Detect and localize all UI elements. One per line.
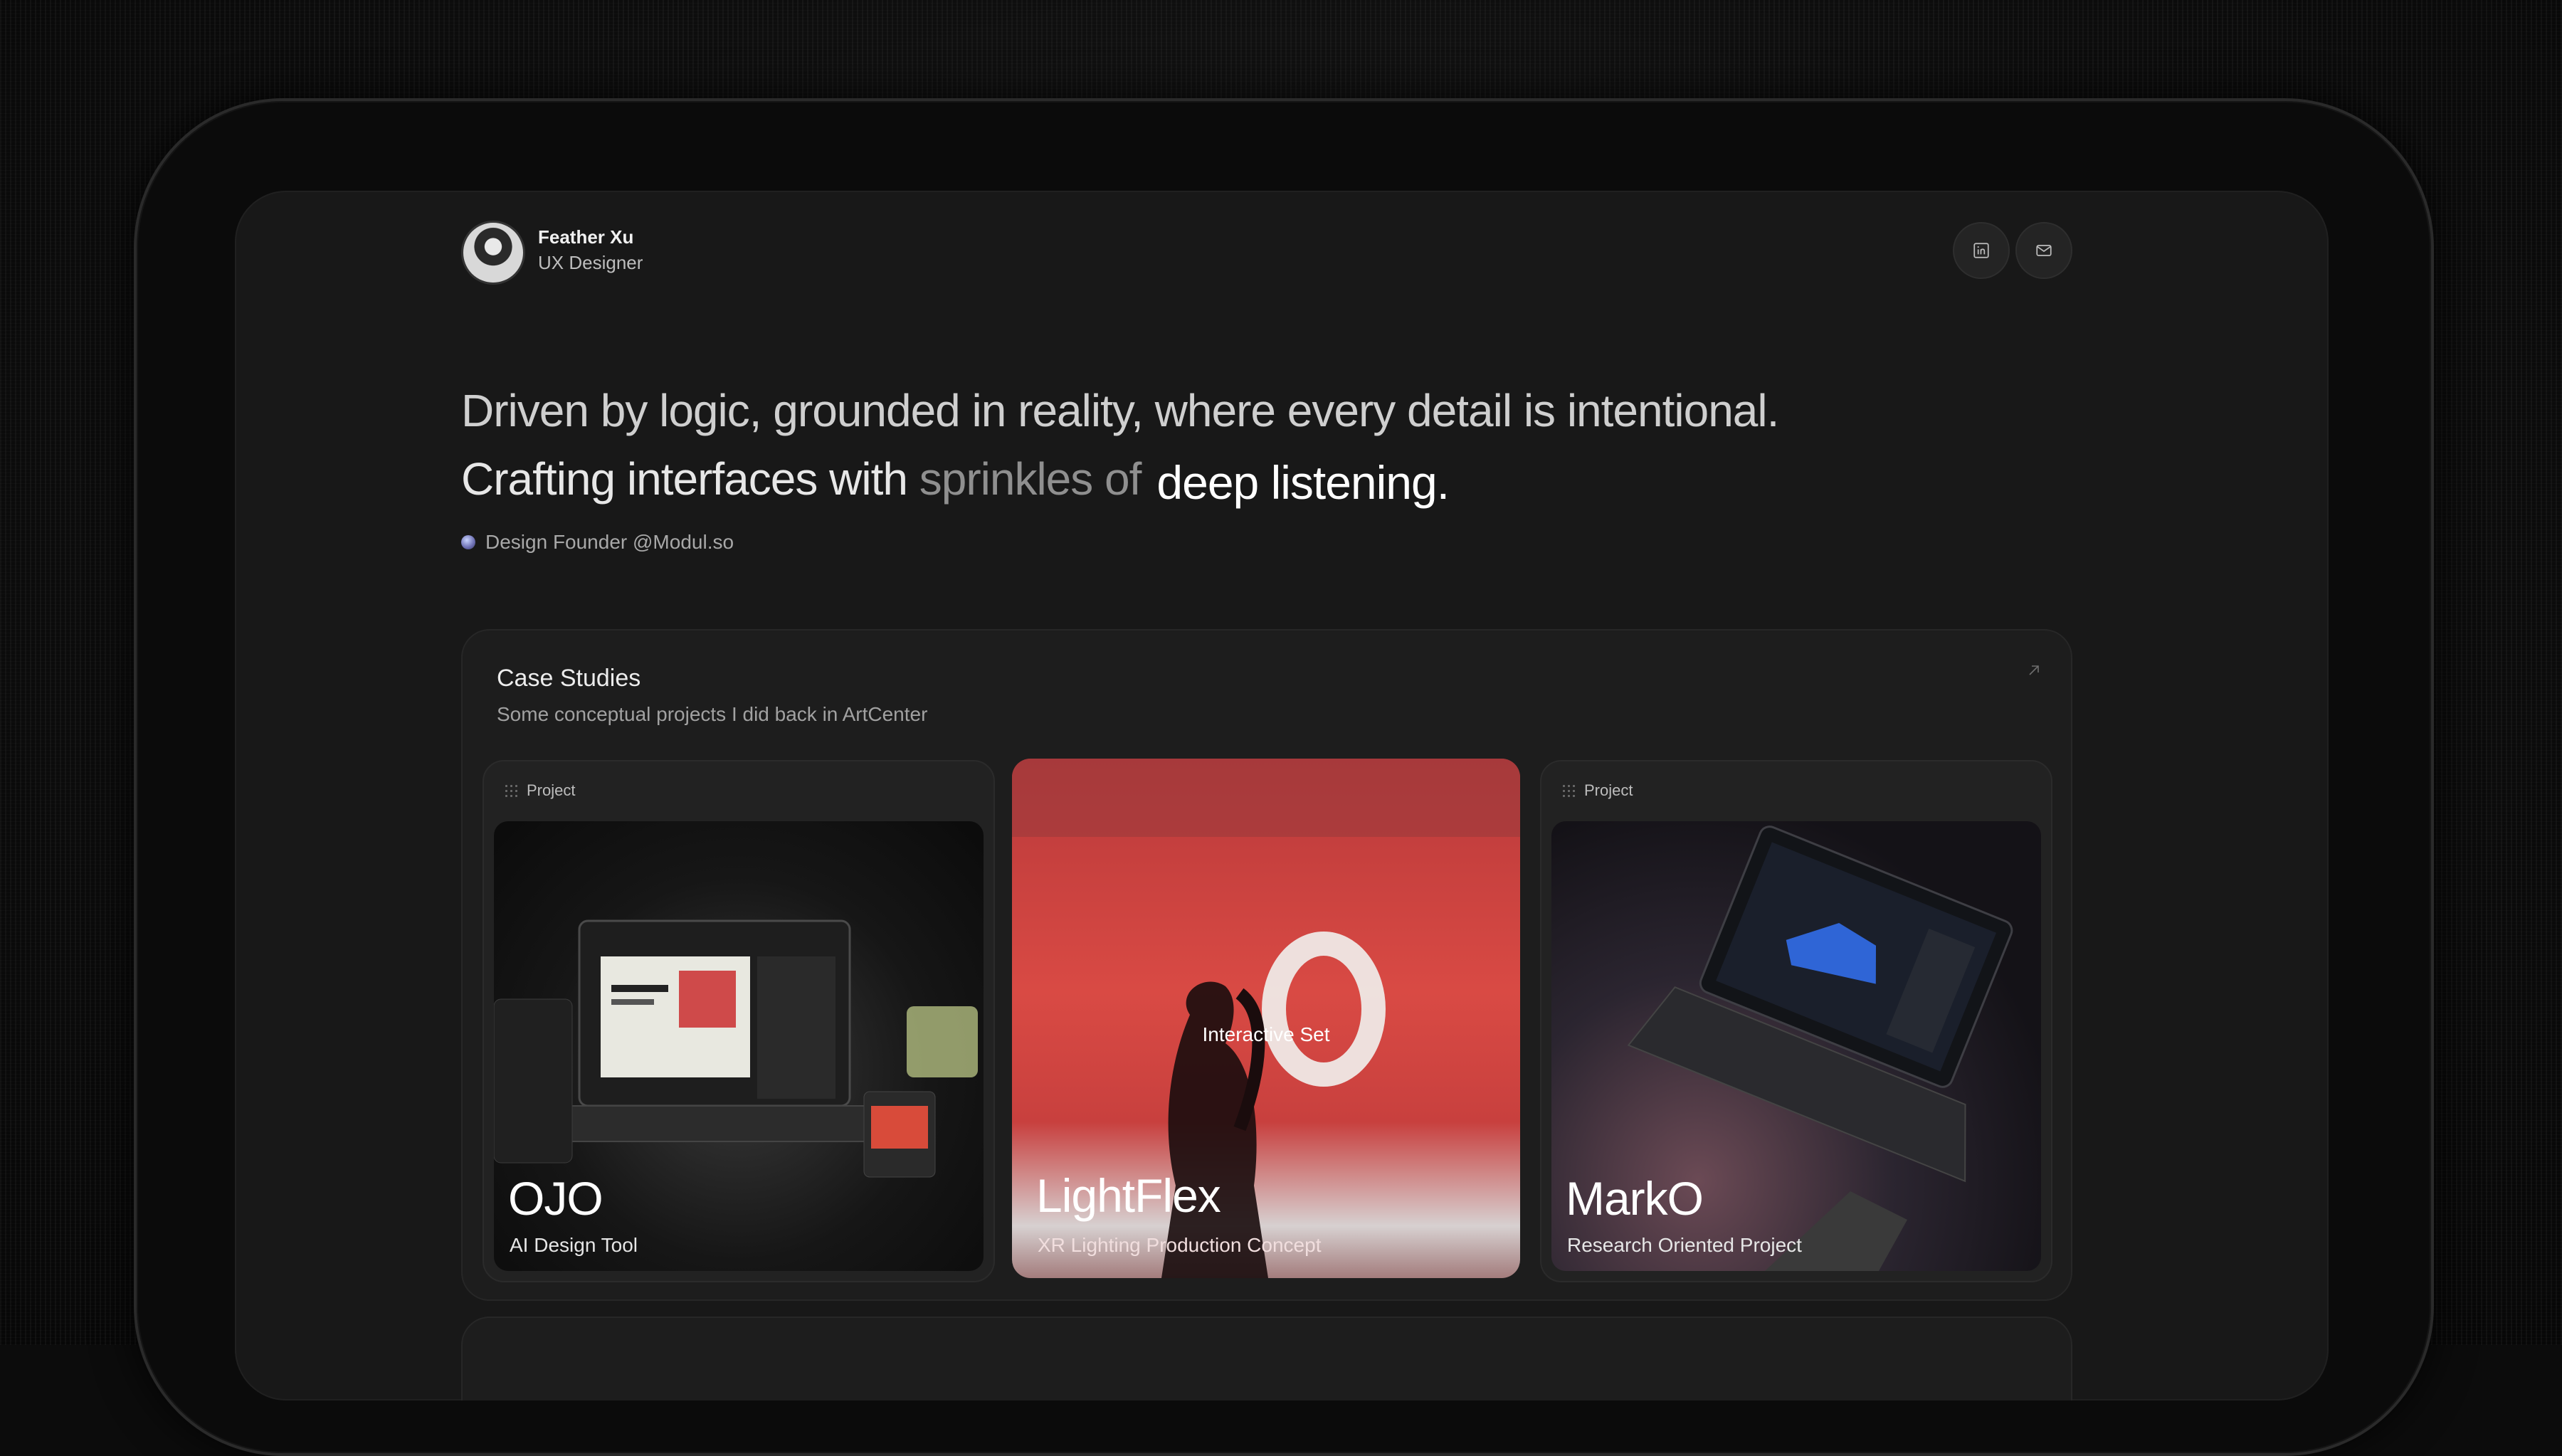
card-tag-label: Project xyxy=(527,781,576,799)
linkedin-button[interactable] xyxy=(1953,222,2010,279)
card-subtitle: XR Lighting Production Concept xyxy=(1038,1234,1322,1256)
hero-line2-highlight: deep listening. xyxy=(1156,456,1450,509)
interactive-set-label: Interactive Set xyxy=(1202,1023,1330,1045)
card-title: MarkO xyxy=(1566,1172,1704,1225)
case-studies-title: Case Studies xyxy=(497,665,641,692)
project-card-marko[interactable]: Project MarkO Research Oriented Project xyxy=(1540,760,2052,1282)
avatar[interactable] xyxy=(461,221,525,285)
mail-icon xyxy=(2036,245,2052,256)
case-studies-subtitle: Some conceptual projects I did back in A… xyxy=(497,703,928,725)
card-tag: Project xyxy=(504,781,575,800)
card-subtitle: Research Oriented Project xyxy=(1567,1234,1802,1256)
drag-handle-icon[interactable] xyxy=(504,784,518,798)
project-card-lightflex[interactable]: Interactive Set LightFlex XR Lighting Pr… xyxy=(1012,759,1520,1278)
modul-logo-icon xyxy=(461,535,475,549)
founder-label: Design Founder @Modul.so xyxy=(485,531,734,553)
card-title: LightFlex xyxy=(1036,1169,1221,1222)
drag-handle-icon[interactable] xyxy=(1561,784,1576,798)
card-tag-label: Project xyxy=(1584,781,1633,799)
card-tag: Project xyxy=(1561,781,1633,800)
profile-name: Feather Xu xyxy=(538,226,634,248)
hero-line2-text: Crafting interfaces with xyxy=(461,453,919,505)
hero-headline-line2: Crafting interfaces with sprinkles of dee… xyxy=(461,451,1450,509)
card-subtitle: AI Design Tool xyxy=(510,1234,638,1256)
next-section-panel xyxy=(461,1317,2072,1400)
hero-headline-line1: Driven by logic, grounded in reality, wh… xyxy=(461,385,1779,436)
mail-button[interactable] xyxy=(2015,222,2072,279)
arrow-up-right-icon[interactable] xyxy=(2025,662,2042,679)
hero-line2-dim: sprinkles of xyxy=(919,453,1142,505)
founder-link[interactable]: Design Founder @Modul.so xyxy=(461,531,734,554)
profile-role: UX Designer xyxy=(538,252,643,273)
project-card-ojo[interactable]: Project OJO AI Design Tool xyxy=(483,760,995,1282)
linkedin-icon xyxy=(1973,243,1989,258)
card-title: OJO xyxy=(508,1172,603,1225)
